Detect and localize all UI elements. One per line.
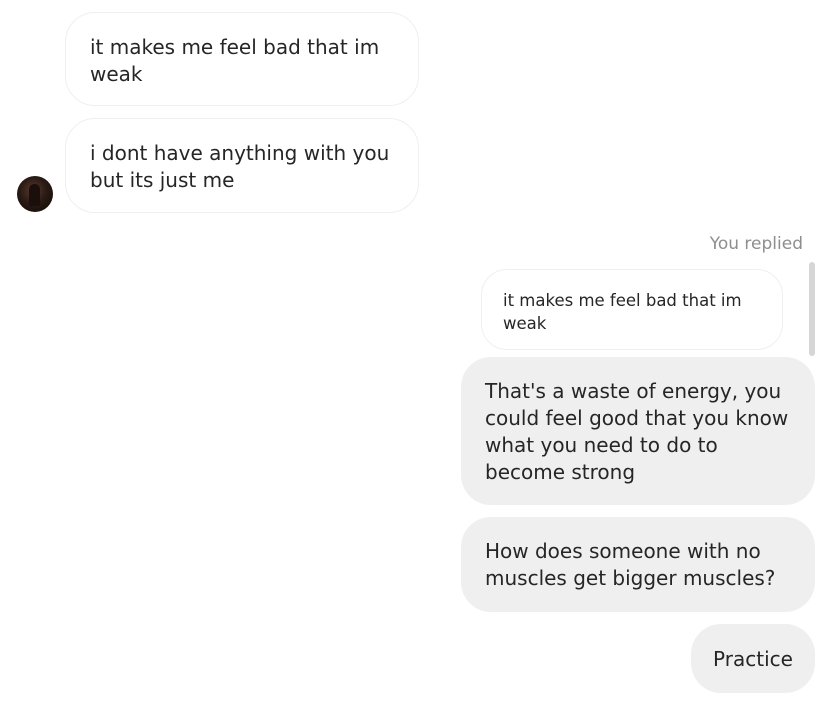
- avatar-figure: [29, 184, 40, 206]
- quoted-reply[interactable]: it makes me feel bad that im weak: [481, 269, 783, 350]
- message-text: That's a waste of energy, you could feel…: [485, 379, 789, 484]
- outgoing-message[interactable]: That's a waste of energy, you could feel…: [461, 357, 815, 505]
- scrollbar-thumb[interactable]: [809, 262, 815, 356]
- message-text: Practice: [713, 647, 793, 671]
- chat-thread: it makes me feel bad that im weak i dont…: [0, 0, 833, 701]
- outgoing-message[interactable]: How does someone with no muscles get big…: [461, 517, 815, 612]
- incoming-message[interactable]: it makes me feel bad that im weak: [65, 12, 419, 106]
- message-text: i dont have anything with you but its ju…: [90, 141, 390, 192]
- message-text: How does someone with no muscles get big…: [485, 539, 776, 590]
- replied-label: You replied: [709, 234, 803, 254]
- quoted-text: it makes me feel bad that im weak: [503, 291, 742, 333]
- message-text: it makes me feel bad that im weak: [90, 35, 380, 86]
- sender-avatar[interactable]: [17, 176, 53, 212]
- outgoing-message[interactable]: Practice: [691, 624, 815, 693]
- incoming-message[interactable]: i dont have anything with you but its ju…: [65, 118, 419, 213]
